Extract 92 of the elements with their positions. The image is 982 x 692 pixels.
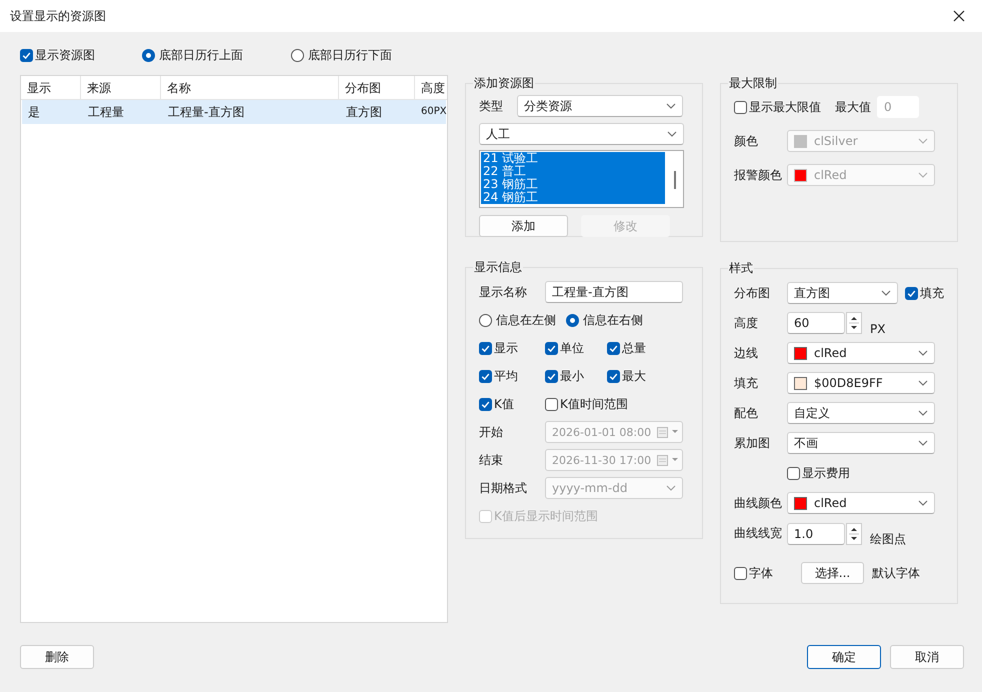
- spin-buttons[interactable]: [846, 522, 862, 544]
- cancel-button[interactable]: 取消: [890, 645, 964, 669]
- table-cell-text: 60PX: [420, 105, 447, 119]
- list-item[interactable]: 21 试验工: [481, 152, 665, 165]
- table-cell-text: 工程量-直方图: [167, 104, 246, 121]
- chevron-icon: [918, 500, 928, 506]
- font-name: 默认字体: [872, 564, 920, 582]
- field-label: 类型: [479, 98, 504, 114]
- window-title: 设置显示的资源图: [10, 8, 107, 24]
- type-dropdown[interactable]: 分类资源: [517, 95, 683, 117]
- chevron-icon: [666, 103, 676, 109]
- option-checkbox[interactable]: 单位: [545, 339, 584, 357]
- category-dropdown[interactable]: 人工: [479, 123, 684, 145]
- number-input[interactable]: 60: [787, 312, 845, 334]
- group-title: 添加资源图: [473, 75, 535, 92]
- check-icon: [21, 50, 32, 60]
- spin-buttons[interactable]: [846, 312, 862, 334]
- show-cost-checkbox[interactable]: 显示费用: [787, 464, 850, 482]
- check-icon: [480, 342, 491, 354]
- list-item[interactable]: 22 普工: [481, 165, 665, 178]
- chevron-icon: [918, 440, 928, 446]
- calendar-icon: [657, 454, 679, 466]
- field-label: 边线: [734, 344, 759, 362]
- option-checkbox[interactable]: 总量: [607, 339, 646, 357]
- unit-label: 绘图点: [870, 531, 906, 548]
- style-dropdown[interactable]: 不画: [787, 432, 935, 454]
- group-title: 显示信息: [473, 259, 523, 276]
- option-checkbox[interactable]: 平均: [479, 367, 518, 385]
- side-radio[interactable]: 信息在左侧: [479, 311, 556, 329]
- style-dropdown[interactable]: 自定义: [787, 402, 935, 424]
- scrollbar-thumb[interactable]: [674, 171, 676, 189]
- field-label: 开始: [479, 424, 504, 440]
- name-input[interactable]: 工程量-直方图: [545, 281, 683, 303]
- field-label: 分布图: [734, 284, 771, 302]
- show-chart-checkbox[interactable]: 显示资源图: [20, 46, 95, 64]
- option-checkbox[interactable]: K值时间范围: [545, 395, 628, 413]
- field-label: 显示名称: [479, 284, 528, 300]
- ok-button[interactable]: 确定: [807, 645, 881, 669]
- number-input[interactable]: 1.0: [787, 522, 845, 544]
- chevron-icon: [918, 380, 928, 386]
- check-icon: [608, 370, 619, 382]
- field-label: 颜色: [734, 132, 759, 150]
- check-icon: [608, 342, 619, 354]
- position-radio[interactable]: 底部日历行上面: [142, 46, 243, 64]
- option-checkbox[interactable]: 最小: [545, 367, 584, 385]
- field-label: 配色: [734, 404, 759, 422]
- field-label: 填充: [734, 374, 759, 392]
- font-checkbox[interactable]: 字体: [734, 564, 801, 582]
- fill-checkbox[interactable]: 填充: [905, 284, 944, 302]
- group-title: 最大限制: [728, 75, 778, 92]
- table-cell-text: 直方图: [345, 104, 383, 121]
- style-dropdown[interactable]: 直方图: [787, 282, 898, 304]
- field-label: 最大值: [835, 98, 871, 116]
- chevron-icon: [667, 131, 677, 137]
- field-label: 日期格式: [479, 480, 528, 496]
- option-checkbox[interactable]: K值: [479, 395, 514, 413]
- color-dropdown[interactable]: clRed: [787, 492, 935, 514]
- option-checkbox[interactable]: 显示: [479, 339, 518, 357]
- chevron-icon: [918, 410, 928, 416]
- chevron-icon: [918, 172, 928, 178]
- field-label: 曲线线宽: [734, 525, 783, 542]
- field-label: 累加图: [734, 434, 771, 452]
- check-icon: [546, 342, 557, 354]
- chevron-icon: [666, 485, 676, 491]
- group-title: 样式: [728, 260, 754, 277]
- field-label: 结束: [479, 452, 504, 468]
- table-cell-text: 是: [27, 104, 41, 121]
- field-label: 高度: [734, 314, 759, 332]
- position-radio[interactable]: 底部日历行下面: [291, 46, 392, 64]
- field-label: 报警颜色: [734, 166, 783, 184]
- color-dropdown[interactable]: clRed: [787, 342, 935, 364]
- check-icon: [480, 370, 491, 382]
- calendar-icon: [657, 426, 679, 438]
- table-cell-text: 工程量: [87, 104, 125, 121]
- list-item[interactable]: 24 钢筋工: [481, 191, 665, 204]
- field-label: 曲线颜色: [734, 494, 783, 512]
- show-max-checkbox[interactable]: 显示最大限值: [734, 98, 821, 116]
- chevron-icon: [918, 138, 928, 144]
- chevron-icon: [918, 350, 928, 356]
- unit-label: PX: [870, 322, 886, 336]
- chevron-icon: [881, 290, 891, 296]
- option-checkbox[interactable]: 最大: [607, 367, 646, 385]
- check-icon: [906, 288, 917, 298]
- check-icon: [480, 398, 491, 410]
- delete-button[interactable]: 删除: [20, 645, 94, 669]
- color-dropdown[interactable]: $00D8E9FF: [787, 372, 935, 394]
- action-button[interactable]: 添加: [479, 215, 568, 237]
- table-row[interactable]: 是 工程量 工程量-直方图 直方图 60PX: [22, 100, 446, 124]
- list-item[interactable]: 23 钢筋工: [481, 178, 665, 191]
- choose-font-button[interactable]: 选择...: [801, 562, 864, 584]
- check-icon: [546, 370, 557, 382]
- side-radio[interactable]: 信息在右侧: [566, 311, 643, 329]
